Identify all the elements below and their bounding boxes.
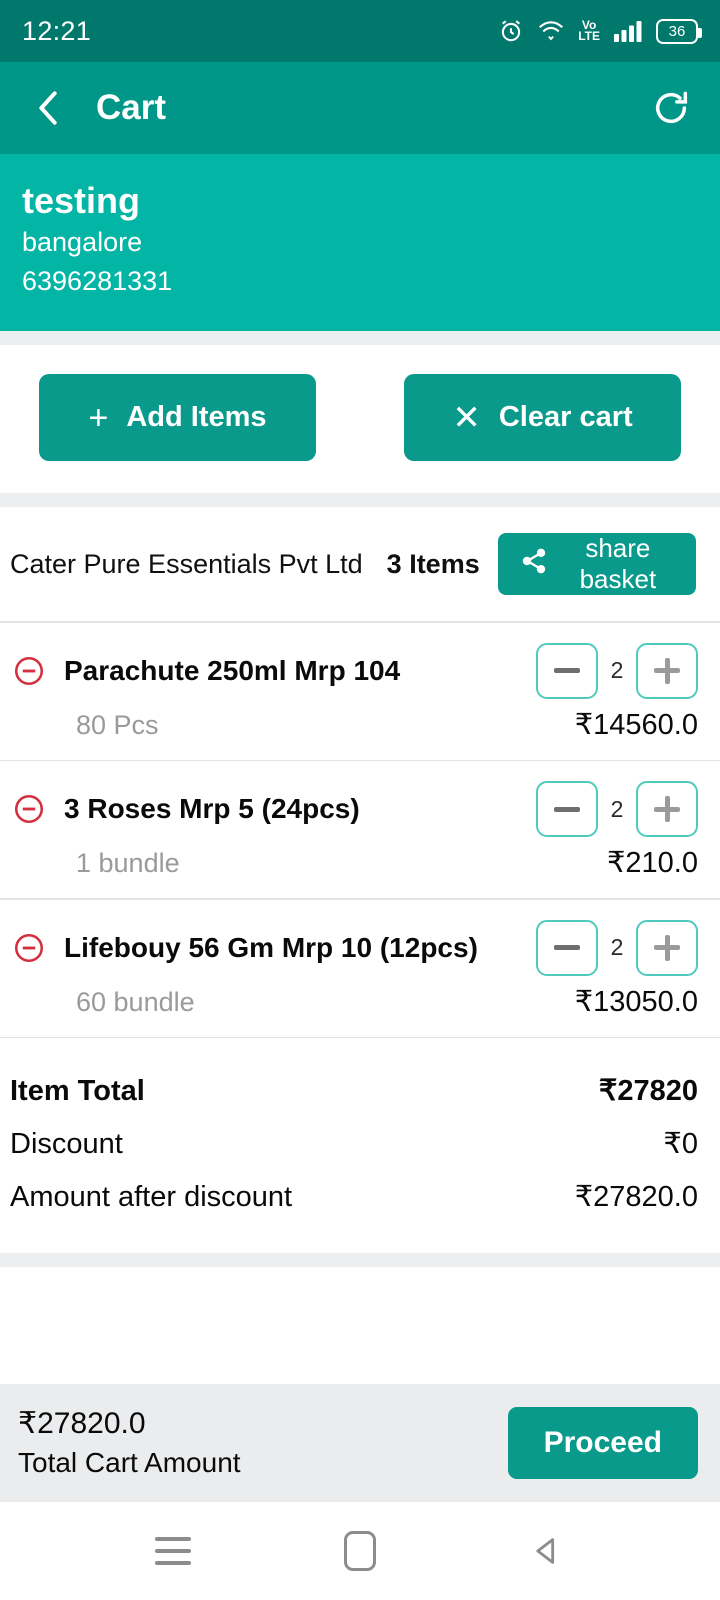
content-spacer <box>0 1267 720 1384</box>
cart-item-title: Parachute 250ml Mrp 104 <box>64 654 401 686</box>
battery-icon: 36 <box>656 18 702 44</box>
battery-level: 36 <box>668 22 686 40</box>
increment-button[interactable] <box>636 919 698 976</box>
quantity-value: 2 <box>610 795 624 822</box>
checkout-total: ₹27820.0 Total Cart Amount <box>18 1406 241 1480</box>
cart-item-unit: 60 bundle <box>76 986 195 1017</box>
summary-row-item-total: Item Total ₹27820 <box>10 1064 698 1117</box>
cart-item-unit: 80 Pcs <box>76 709 159 740</box>
customer-name: testing <box>22 180 141 221</box>
cart-item: Lifebouy 56 Gm Mrp 10 (12pcs) 2 60 bundl… <box>0 900 720 1037</box>
order-summary: Item Total ₹27820 Discount ₹0 Amount aft… <box>0 1038 720 1254</box>
cart-item-unit: 1 bundle <box>76 848 180 879</box>
quantity-value: 2 <box>610 657 624 684</box>
phone-screen: 12:21 Vo LTE 36 Cart testing bangalore 6… <box>0 0 720 1600</box>
vendor-name: Cater Pure Essentials Pvt Ltd <box>10 548 363 579</box>
decrement-button[interactable] <box>536 919 598 976</box>
cart-item-footer: 60 bundle ₹13050.0 <box>12 984 698 1019</box>
customer-banner: testing bangalore 6396281331 <box>0 154 720 332</box>
cart-item-header: 3 Roses Mrp 5 (24pcs) 2 <box>12 781 698 838</box>
signal-icon <box>613 18 643 44</box>
remove-item-icon[interactable] <box>12 792 46 826</box>
checkout-bar: ₹27820.0 Total Cart Amount Proceed <box>0 1384 720 1502</box>
cart-item-list: Parachute 250ml Mrp 104 2 80 Pcs ₹14560.… <box>0 622 720 1039</box>
decrement-button[interactable] <box>536 781 598 838</box>
volte-icon: Vo LTE <box>578 17 600 43</box>
menu-icon[interactable] <box>140 1518 206 1584</box>
status-bar: 12:21 Vo LTE 36 <box>0 0 720 62</box>
cart-item-title: Lifebouy 56 Gm Mrp 10 (12pcs) <box>64 931 478 963</box>
customer-city: bangalore <box>22 227 143 257</box>
total-cart-amount-value: ₹27820.0 <box>18 1407 146 1441</box>
total-cart-amount-label: Total Cart Amount <box>18 1447 241 1479</box>
decrement-button[interactable] <box>536 642 598 699</box>
refresh-icon[interactable] <box>648 85 694 131</box>
cart-item-price: ₹210.0 <box>606 847 698 880</box>
home-square-icon[interactable] <box>327 1518 393 1584</box>
cart-item-footer: 80 Pcs ₹14560.0 <box>12 707 698 742</box>
remove-item-icon[interactable] <box>12 654 46 688</box>
remove-item-icon[interactable] <box>12 931 46 965</box>
summary-value: ₹27820 <box>598 1075 698 1108</box>
page-title: Cart <box>96 88 167 127</box>
customer-phone: 6396281331 <box>22 266 173 297</box>
quantity-stepper: 2 <box>536 781 698 838</box>
share-icon <box>520 547 548 582</box>
cart-actions: + Add Items ✕ Clear cart <box>0 345 720 494</box>
cart-item-header: Parachute 250ml Mrp 104 2 <box>12 642 698 699</box>
close-icon: ✕ <box>452 398 481 437</box>
summary-row-discount: Discount ₹0 <box>10 1117 698 1170</box>
cart-item: Parachute 250ml Mrp 104 2 80 Pcs ₹14560.… <box>0 623 720 760</box>
status-icons: Vo LTE 36 <box>498 17 702 44</box>
chevron-left-icon[interactable] <box>26 86 70 130</box>
increment-button[interactable] <box>636 781 698 838</box>
clear-cart-label: Clear cart <box>498 401 633 434</box>
back-triangle-icon[interactable] <box>514 1518 580 1584</box>
share-basket-label: share basket <box>579 533 657 595</box>
app-bar: Cart <box>0 62 720 154</box>
vendor-item-count: 3 Items <box>386 548 480 579</box>
vendor-row: Cater Pure Essentials Pvt Ltd 3 Items sh… <box>0 507 720 622</box>
clear-cart-button[interactable]: ✕ Clear cart <box>404 374 681 462</box>
summary-row-after-discount: Amount after discount ₹27820.0 <box>10 1170 698 1223</box>
cart-item-footer: 1 bundle ₹210.0 <box>12 845 698 880</box>
summary-label: Amount after discount <box>10 1181 293 1214</box>
quantity-value: 2 <box>610 934 624 961</box>
plus-icon: + <box>88 398 109 437</box>
cart-item-price: ₹13050.0 <box>574 985 698 1018</box>
wifi-icon <box>537 18 565 44</box>
section-divider <box>0 493 720 508</box>
status-time: 12:21 <box>22 15 92 46</box>
summary-label: Discount <box>10 1128 123 1161</box>
proceed-button[interactable]: Proceed <box>507 1407 698 1479</box>
share-basket-button[interactable]: share basket <box>497 533 696 596</box>
summary-value: ₹0 <box>663 1128 698 1161</box>
cart-item-title: 3 Roses Mrp 5 (24pcs) <box>64 793 360 825</box>
android-nav-bar <box>0 1502 720 1600</box>
section-divider <box>0 331 720 346</box>
quantity-stepper: 2 <box>536 919 698 976</box>
alarm-icon <box>498 18 524 44</box>
cart-item: 3 Roses Mrp 5 (24pcs) 2 1 bundle ₹210.0 <box>0 761 720 898</box>
quantity-stepper: 2 <box>536 642 698 699</box>
add-items-label: Add Items <box>126 401 267 434</box>
increment-button[interactable] <box>636 642 698 699</box>
add-items-button[interactable]: + Add Items <box>39 374 316 462</box>
cart-item-price: ₹14560.0 <box>574 708 698 741</box>
cart-item-header: Lifebouy 56 Gm Mrp 10 (12pcs) 2 <box>12 919 698 976</box>
summary-label: Item Total <box>10 1075 145 1108</box>
section-divider <box>0 1253 720 1268</box>
summary-value: ₹27820.0 <box>574 1181 698 1214</box>
